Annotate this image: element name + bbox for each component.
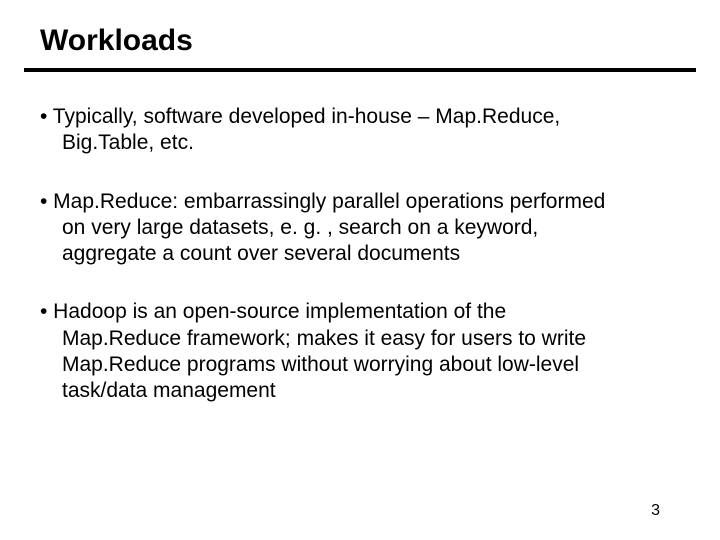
bullet-item: • Typically, software developed in-house… <box>40 104 680 157</box>
bullet-line: aggregate a count over several documents <box>40 241 680 267</box>
bullet-line: • Hadoop is an open-source implementatio… <box>40 299 680 325</box>
bullet-item: • Map.Reduce: embarrassingly parallel op… <box>40 189 680 268</box>
bullet-line: Map.Reduce framework; makes it easy for … <box>40 326 680 352</box>
bullet-line: • Typically, software developed in-house… <box>40 104 680 130</box>
slide-title: Workloads <box>40 24 680 58</box>
bullet-line: task/data management <box>40 378 680 404</box>
bullet-line: Big.Table, etc. <box>40 130 680 156</box>
bullet-item: • Hadoop is an open-source implementatio… <box>40 299 680 404</box>
title-divider <box>24 68 696 72</box>
bullet-line: Map.Reduce programs without worrying abo… <box>40 352 680 378</box>
bullet-line: • Map.Reduce: embarrassingly parallel op… <box>40 189 680 215</box>
slide-content: • Typically, software developed in-house… <box>40 104 680 404</box>
page-number: 3 <box>651 502 660 520</box>
bullet-line: on very large datasets, e. g. , search o… <box>40 215 680 241</box>
